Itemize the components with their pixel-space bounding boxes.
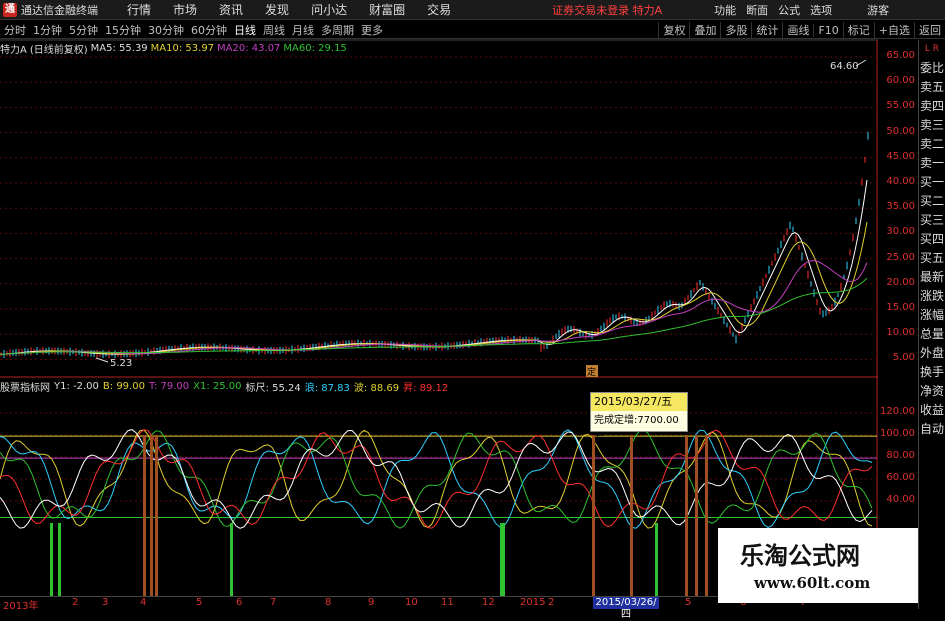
price-tick: 30.00 — [886, 226, 915, 238]
price-chart[interactable]: 64.60 5.23 定 — [0, 0, 878, 609]
watermark-title: 乐淘公式网 — [740, 542, 860, 570]
event-tooltip: 2015/03/27/五 完成定增:7700.00万 — [590, 392, 688, 446]
indicator-tick: 80.00 — [886, 450, 915, 461]
price-tick: 50.00 — [886, 125, 915, 137]
side-item-2[interactable]: 卖四 — [919, 97, 945, 116]
ind-green-bar — [230, 523, 233, 596]
price-tick: 10.00 — [886, 327, 915, 339]
ind-signal-bar — [150, 435, 153, 596]
date-tick: 7 — [270, 597, 277, 608]
side-item-0[interactable]: 委比 — [919, 59, 945, 78]
ind-signal-bar — [705, 435, 708, 596]
date-tick: 5 — [685, 597, 692, 608]
ind-ruler: 标尺: 55.24 — [245, 382, 301, 394]
high-annotation: 64.60 — [830, 61, 859, 72]
tooltip-text: 完成定增:7700.00万 — [594, 415, 679, 446]
indicator-tick: 100.00 — [880, 428, 915, 439]
indicator-tick: 40.00 — [886, 494, 915, 505]
indicator-tick: 60.00 — [886, 472, 915, 483]
side-item-7[interactable]: 买二 — [919, 192, 945, 211]
ind-signal-bar — [630, 435, 633, 596]
date-tick: 4 — [140, 597, 147, 608]
side-item-17[interactable]: 净资 — [919, 382, 945, 401]
date-tick: 3 — [102, 597, 109, 608]
ind-t: T: 79.00 — [148, 380, 190, 392]
side-item-12[interactable]: 涨跌 — [919, 287, 945, 306]
side-item-8[interactable]: 买三 — [919, 211, 945, 230]
ind-b: B: 99.00 — [102, 380, 145, 392]
ind-green-bar — [655, 523, 658, 596]
ma20-line — [0, 260, 868, 355]
side-item-6[interactable]: 买一 — [919, 173, 945, 192]
side-item-10[interactable]: 买五 — [919, 249, 945, 268]
side-item-11[interactable]: 最新 — [919, 268, 945, 287]
side-item-9[interactable]: 买四 — [919, 230, 945, 249]
ind-long: 浪: 87.83 — [304, 382, 350, 394]
price-tick: 15.00 — [886, 302, 915, 313]
ind-green-bar — [58, 523, 61, 596]
side-auto[interactable]: 自动 — [919, 420, 945, 439]
date-tick: 11 — [441, 597, 454, 608]
ma60-line — [0, 277, 868, 355]
ind-wave: 波: 88.69 — [353, 382, 400, 394]
tool-zixuan[interactable]: +自选 — [873, 22, 914, 38]
side-item-4[interactable]: 卖二 — [919, 135, 945, 154]
ind-y1: Y1: -2.00 — [54, 380, 99, 392]
date-tick: 2013年 — [3, 601, 39, 612]
date-tick: 5 — [196, 597, 203, 608]
event-marker: 定 — [587, 366, 596, 378]
ma5-line — [0, 180, 868, 355]
indicator-tick: 120.00 — [880, 406, 915, 417]
price-tick: 5.00 — [892, 352, 915, 364]
side-item-1[interactable]: 卖五 — [919, 78, 945, 97]
watermark-url: www.60lt.com — [754, 574, 871, 592]
watermark: 乐淘公式网 www.60lt.com — [718, 528, 918, 603]
indicator-name: 股票指标网 — [0, 382, 50, 394]
date-tick: 2 — [548, 597, 555, 608]
date-tick: 9 — [368, 597, 375, 608]
price-tick: 35.00 — [886, 201, 915, 213]
date-highlight: 2015/03/26/四 — [593, 597, 659, 620]
price-tick: 25.00 — [886, 251, 915, 263]
ind-signal-bar — [592, 435, 595, 596]
side-item-5[interactable]: 卖一 — [919, 154, 945, 173]
ind-sheng: 昇: 89.12 — [403, 382, 449, 394]
ind-signal-bar — [155, 435, 158, 596]
date-tick: 8 — [325, 597, 332, 608]
date-tick: 2015 — [520, 597, 546, 608]
side-item-16[interactable]: 换手 — [919, 363, 945, 382]
date-tick: 10 — [405, 597, 418, 608]
ind-green-bar — [50, 523, 53, 596]
side-item-3[interactable]: 卖三 — [919, 116, 945, 135]
price-tick: 65.00 — [886, 50, 915, 61]
price-tick: 55.00 — [886, 100, 915, 112]
price-axis: 65.00 60.00 55.00 50.00 45.00 40.00 35.00 30.00… — [878, 40, 918, 609]
quote-side-panel: L R 委比 卖五 卖四 卖三 卖二 卖一 买一 买二 买三 买四 买五 最新 涨跌 涨幅 总量 外盘 换手 净资收… — [918, 40, 945, 609]
side-item-18[interactable]: 收益 — [919, 401, 945, 420]
date-tick: 6 — [236, 597, 243, 608]
indicator-legend: 股票指标网 Y1: -2.00 B: 99.00 T: 79.00 X1: 25… — [0, 379, 452, 394]
tool-fanhui[interactable]: 返回 — [914, 22, 945, 38]
date-tick: 12 — [482, 597, 495, 608]
date-tick: 2 — [72, 597, 79, 608]
ind-signal-bar — [143, 435, 146, 596]
price-tick: 40.00 — [886, 176, 915, 187]
side-top-toggle[interactable]: L R — [919, 40, 945, 59]
price-tick: 45.00 — [886, 150, 915, 162]
low-pointer — [95, 357, 109, 363]
side-item-14[interactable]: 总量 — [919, 325, 945, 344]
price-tick: 60.00 — [886, 75, 915, 87]
price-tick: 20.00 — [886, 276, 915, 288]
tooltip-date: 2015/03/27/五 — [591, 393, 687, 411]
side-item-13[interactable]: 涨幅 — [919, 306, 945, 325]
low-annotation: 5.23 — [110, 358, 132, 369]
ind-signal-bar — [695, 435, 698, 596]
ind-green-bar — [502, 523, 505, 596]
ind-x1: X1: 25.00 — [193, 380, 242, 392]
side-item-15[interactable]: 外盘 — [919, 344, 945, 363]
ind-signal-bar — [685, 435, 688, 596]
